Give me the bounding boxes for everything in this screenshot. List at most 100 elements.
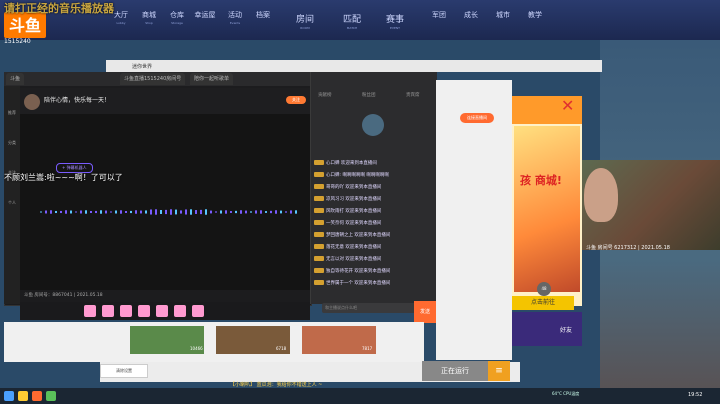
- gift-item[interactable]: [120, 305, 132, 317]
- friends-button[interactable]: 好友: [560, 325, 572, 334]
- level-badge: [314, 196, 324, 201]
- nav-label: 成长: [464, 11, 478, 19]
- chat-message: 凉风习习 欢迎来到本直播间: [314, 196, 381, 204]
- app-icon[interactable]: [46, 391, 56, 401]
- tab-fans[interactable]: 粉丝团: [362, 92, 376, 98]
- gift-item[interactable]: [102, 305, 114, 317]
- visualizer-bar: [120, 210, 122, 214]
- visualizer-bar: [265, 211, 267, 213]
- gift-item[interactable]: [174, 305, 186, 317]
- chat-message-text: 风吹雨打 欢迎来到本直播间: [326, 209, 382, 214]
- nav-item[interactable]: 大厅 Lobby: [108, 10, 134, 25]
- visualizer-bar: [155, 209, 157, 215]
- nav-label: 仓库: [170, 11, 184, 19]
- tab-vip[interactable]: 贵宾席: [406, 92, 420, 98]
- visualizer-bar: [40, 211, 42, 213]
- visualizer-bar: [75, 211, 77, 213]
- ad-go-button[interactable]: 点击前往: [512, 296, 574, 310]
- visualizer-bar: [145, 210, 147, 214]
- visualizer-bar: [240, 210, 242, 214]
- visualizer-bar: [190, 209, 192, 215]
- gift-item[interactable]: [84, 305, 96, 317]
- visualizer-bar: [225, 210, 227, 214]
- nav-sublabel: Lobby: [116, 21, 126, 25]
- connect-button[interactable]: 连接直播间: [460, 113, 494, 123]
- chat-message: 梦回唐朝之上 欢迎来到本直播间: [314, 232, 390, 240]
- menu-icon[interactable]: ≡: [488, 361, 510, 381]
- nav-label: 房间: [295, 15, 314, 25]
- nav-item[interactable]: 匹配 MATCH: [332, 12, 372, 30]
- chat-message-text: 一笑奈何 欢迎来到本直播间: [326, 221, 382, 226]
- tab-douyu[interactable]: 斗鱼: [6, 73, 25, 85]
- gift-item[interactable]: [156, 305, 168, 317]
- nav-label: 教学: [528, 11, 542, 19]
- nav-item[interactable]: 军团: [426, 10, 452, 21]
- follow-button[interactable]: 关注: [286, 96, 306, 104]
- nav-item[interactable]: 档案: [250, 10, 276, 21]
- nav-label: 匹配: [342, 15, 361, 25]
- nav-item[interactable]: 幸运屋: [192, 10, 218, 21]
- broadcast-notice: 【小喇叭】 蓝瓜泡：我给你不错送上人 ~: [230, 382, 323, 388]
- webcam-caption: 斗鱼 房间号 6217312 | 2021.05.18: [586, 245, 670, 251]
- start-icon[interactable]: [4, 391, 14, 401]
- nav-item[interactable]: 仓库 Storage: [164, 10, 190, 25]
- nav-label: 幸运屋: [194, 11, 216, 19]
- chat-message-text: 世界属于一个 欢迎来到本直播间: [326, 281, 391, 286]
- video-area[interactable]: [20, 114, 310, 290]
- close-icon[interactable]: ✕: [561, 98, 577, 114]
- app-icon[interactable]: [18, 391, 28, 401]
- nav-item[interactable]: 教学: [522, 10, 548, 21]
- douyu-logo: 斗鱼: [4, 12, 46, 40]
- visualizer-bar: [205, 209, 207, 215]
- nav-item[interactable]: 活动 Events: [222, 10, 248, 25]
- chat-message-text: 凉风习习 欢迎来到本直播间: [326, 197, 382, 202]
- clear-settings-button[interactable]: 清除设置: [100, 364, 148, 378]
- visualizer-bar: [110, 211, 112, 213]
- tab-room[interactable]: 斗鱼直播1515240房间号: [120, 73, 186, 85]
- nav-label: 大厅: [114, 11, 128, 19]
- app-icon[interactable]: [32, 391, 42, 401]
- visualizer-bar: [55, 210, 57, 214]
- nav-sublabel: Storage: [171, 21, 183, 25]
- running-status-button[interactable]: 正在运行: [422, 361, 488, 381]
- nav-item[interactable]: 赛事 EVENT: [382, 12, 408, 30]
- chat-message: 世界属于一个 欢迎来到本直播间: [314, 280, 390, 288]
- tab-playlist[interactable]: 陪你一起听歌单: [190, 73, 234, 85]
- gift-item[interactable]: [138, 305, 150, 317]
- browser-titlebar[interactable]: [106, 60, 602, 72]
- ad-timer: 48: [537, 282, 551, 296]
- visualizer-bar: [215, 211, 217, 213]
- chat-message-text: 心口蝉: 啊啊啊啊啊 啊啊啊啊啊: [326, 173, 389, 178]
- visualizer-bar: [245, 210, 247, 214]
- chat-input[interactable]: 和主播说点什么吧: [322, 303, 417, 313]
- visualizer-bar: [105, 210, 107, 214]
- nav-sublabel: MATCH: [346, 26, 358, 30]
- nav-label: 商城: [142, 11, 156, 19]
- nav-label: 档案: [256, 11, 270, 19]
- nav-item[interactable]: 城市: [490, 10, 516, 21]
- visualizer-bar: [220, 210, 222, 214]
- visualizer-bar: [195, 210, 197, 214]
- visualizer-bar: [135, 210, 137, 214]
- visualizer-bar: [235, 210, 237, 214]
- sidebar-item-category[interactable]: 分类: [4, 140, 20, 146]
- visualizer-bar: [50, 210, 52, 214]
- visualizer-bar: [185, 209, 187, 215]
- streamer-avatar[interactable]: [24, 94, 40, 110]
- level-badge: [314, 280, 324, 285]
- nav-sublabel: EVENT: [390, 26, 400, 30]
- nav-item[interactable]: 商城 Shop: [136, 10, 162, 25]
- gift-item[interactable]: [192, 305, 204, 317]
- level-badge: [314, 172, 324, 177]
- send-button[interactable]: 发送: [414, 301, 436, 323]
- nav-item[interactable]: 成长: [458, 10, 484, 21]
- audio-visualizer: [40, 209, 297, 215]
- sidebar-item-profile[interactable]: 个人: [4, 200, 20, 206]
- chat-message: 落花无意 欢迎来到本直播间: [314, 244, 381, 252]
- stream-title: 陪伴心情，快乐每一天！: [44, 97, 111, 104]
- sidebar-item-recommend[interactable]: 推荐: [4, 110, 20, 116]
- level-badge: [314, 268, 324, 273]
- visualizer-bar: [70, 210, 72, 214]
- nav-item[interactable]: 房间 ROOM: [292, 12, 318, 30]
- tab-contribution[interactable]: 贡献榜: [318, 92, 332, 98]
